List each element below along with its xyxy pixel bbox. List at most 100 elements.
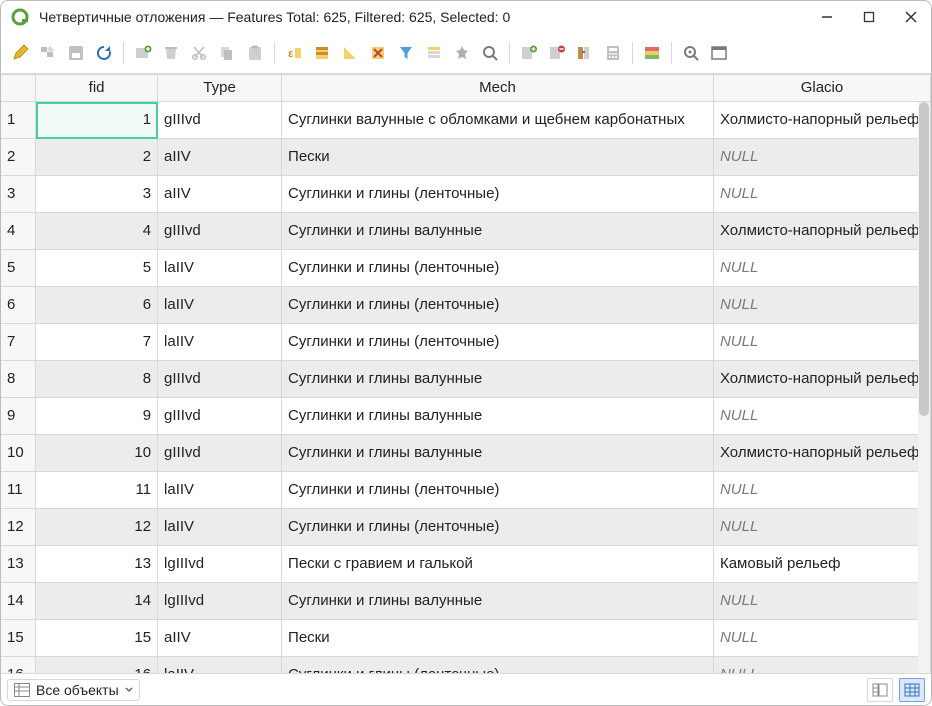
copy-icon[interactable] xyxy=(214,40,240,66)
row-header[interactable]: 5 xyxy=(1,250,36,287)
table-row[interactable]: 88gIIIvdСуглинки и глины валунныеХолмист… xyxy=(1,361,931,398)
vertical-scrollbar[interactable] xyxy=(918,102,930,673)
table-row[interactable]: 55laIIVСуглинки и глины (ленточные)NULL xyxy=(1,250,931,287)
cell-type[interactable]: gIIIvd xyxy=(158,102,282,139)
table-row[interactable]: 33aIIVСуглинки и глины (ленточные)NULL xyxy=(1,176,931,213)
row-header[interactable]: 6 xyxy=(1,287,36,324)
cell-fid[interactable]: 8 xyxy=(36,361,158,398)
table-row[interactable]: 77laIIVСуглинки и глины (ленточные)NULL xyxy=(1,324,931,361)
cell-type[interactable]: lgIIIvd xyxy=(158,546,282,583)
cell-fid[interactable]: 16 xyxy=(36,657,158,673)
move-selection-top-icon[interactable] xyxy=(421,40,447,66)
cell-type[interactable]: gIIIvd xyxy=(158,213,282,250)
row-header[interactable]: 3 xyxy=(1,176,36,213)
row-header[interactable]: 16 xyxy=(1,657,36,673)
cell-glacio[interactable]: NULL xyxy=(714,583,931,620)
cell-glacio[interactable]: NULL xyxy=(714,287,931,324)
delete-field-icon[interactable] xyxy=(544,40,570,66)
cell-mech[interactable]: Пески xyxy=(282,620,714,657)
cell-mech[interactable]: Суглинки и глины валунные xyxy=(282,435,714,472)
table-row[interactable]: 99gIIIvdСуглинки и глины валунныеNULL xyxy=(1,398,931,435)
cell-glacio[interactable]: NULL xyxy=(714,472,931,509)
cell-mech[interactable]: Суглинки и глины валунные xyxy=(282,361,714,398)
cell-glacio[interactable]: Холмисто-напорный рельеф xyxy=(714,361,931,398)
row-header[interactable]: 9 xyxy=(1,398,36,435)
cell-mech[interactable]: Суглинки и глины (ленточные) xyxy=(282,657,714,673)
pan-to-selected-icon[interactable] xyxy=(449,40,475,66)
select-by-expression-icon[interactable]: ε xyxy=(281,40,307,66)
cell-glacio[interactable]: Холмисто-напорный рельеф xyxy=(714,213,931,250)
cell-glacio[interactable]: NULL xyxy=(714,250,931,287)
cell-mech[interactable]: Суглинки валунные с обломками и щебнем к… xyxy=(282,102,714,139)
table-row[interactable]: 1616laIIVСуглинки и глины (ленточные)NUL… xyxy=(1,657,931,673)
column-header-fid[interactable]: fid xyxy=(36,74,158,102)
cell-glacio[interactable]: Камовый рельеф xyxy=(714,546,931,583)
table-row[interactable]: 1515aIIVПескиNULL xyxy=(1,620,931,657)
row-header[interactable]: 15 xyxy=(1,620,36,657)
cell-fid[interactable]: 7 xyxy=(36,324,158,361)
table-row[interactable]: 66laIIVСуглинки и глины (ленточные)NULL xyxy=(1,287,931,324)
zoom-to-selected-icon[interactable] xyxy=(477,40,503,66)
corner-header[interactable] xyxy=(1,74,36,102)
cell-fid[interactable]: 5 xyxy=(36,250,158,287)
row-header[interactable]: 1 xyxy=(1,102,36,139)
cell-mech[interactable]: Суглинки и глины валунные xyxy=(282,213,714,250)
cell-glacio[interactable]: NULL xyxy=(714,620,931,657)
cell-mech[interactable]: Пески с гравием и галькой xyxy=(282,546,714,583)
table-view-button[interactable] xyxy=(899,678,925,702)
row-header[interactable]: 8 xyxy=(1,361,36,398)
add-feature-icon[interactable] xyxy=(130,40,156,66)
dock-window-icon[interactable] xyxy=(706,40,732,66)
cell-type[interactable]: gIIIvd xyxy=(158,361,282,398)
cell-mech[interactable]: Суглинки и глины (ленточные) xyxy=(282,250,714,287)
close-button[interactable] xyxy=(901,7,921,27)
cell-fid[interactable]: 1 xyxy=(36,102,158,139)
row-header[interactable]: 10 xyxy=(1,435,36,472)
cell-glacio[interactable]: NULL xyxy=(714,176,931,213)
organize-columns-icon[interactable] xyxy=(572,40,598,66)
toggle-editing-icon[interactable] xyxy=(7,40,33,66)
cell-glacio[interactable]: NULL xyxy=(714,509,931,546)
cell-glacio[interactable]: NULL xyxy=(714,139,931,176)
cell-type[interactable]: gIIIvd xyxy=(158,435,282,472)
row-header[interactable]: 13 xyxy=(1,546,36,583)
actions-icon[interactable] xyxy=(678,40,704,66)
invert-selection-icon[interactable] xyxy=(337,40,363,66)
conditional-formatting-icon[interactable] xyxy=(639,40,665,66)
cell-mech[interactable]: Суглинки и глины (ленточные) xyxy=(282,472,714,509)
cell-type[interactable]: aIIV xyxy=(158,139,282,176)
minimize-button[interactable] xyxy=(817,7,837,27)
cell-fid[interactable]: 9 xyxy=(36,398,158,435)
delete-selected-icon[interactable] xyxy=(158,40,184,66)
cell-fid[interactable]: 15 xyxy=(36,620,158,657)
table-row[interactable]: 44gIIIvdСуглинки и глины валунныеХолмист… xyxy=(1,213,931,250)
cell-mech[interactable]: Суглинки и глины (ленточные) xyxy=(282,176,714,213)
cell-type[interactable]: laIIV xyxy=(158,287,282,324)
row-header[interactable]: 12 xyxy=(1,509,36,546)
cell-fid[interactable]: 6 xyxy=(36,287,158,324)
table-scroll[interactable]: fid Type Mech Glacio 11gIIIvdСуглинки ва… xyxy=(1,74,931,673)
cell-mech[interactable]: Пески xyxy=(282,139,714,176)
cell-type[interactable]: laIIV xyxy=(158,657,282,673)
feature-filter-button[interactable]: Все объекты xyxy=(7,679,140,701)
cell-type[interactable]: laIIV xyxy=(158,324,282,361)
filter-selection-icon[interactable] xyxy=(393,40,419,66)
table-row[interactable]: 1212laIIVСуглинки и глины (ленточные)NUL… xyxy=(1,509,931,546)
table-row[interactable]: 11gIIIvdСуглинки валунные с обломками и … xyxy=(1,102,931,139)
scrollbar-thumb[interactable] xyxy=(919,102,929,416)
new-field-icon[interactable] xyxy=(516,40,542,66)
cell-mech[interactable]: Суглинки и глины (ленточные) xyxy=(282,324,714,361)
cell-glacio[interactable]: Холмисто-напорный рельеф xyxy=(714,102,931,139)
column-header-mech[interactable]: Mech xyxy=(282,74,714,102)
cell-type[interactable]: lgIIIvd xyxy=(158,583,282,620)
table-row[interactable]: 1313lgIIIvdПески с гравием и галькойКамо… xyxy=(1,546,931,583)
cell-type[interactable]: gIIIvd xyxy=(158,398,282,435)
cell-fid[interactable]: 12 xyxy=(36,509,158,546)
cell-fid[interactable]: 2 xyxy=(36,139,158,176)
maximize-button[interactable] xyxy=(859,7,879,27)
cell-mech[interactable]: Суглинки и глины (ленточные) xyxy=(282,287,714,324)
paste-icon[interactable] xyxy=(242,40,268,66)
cell-glacio[interactable]: NULL xyxy=(714,398,931,435)
cell-glacio[interactable]: NULL xyxy=(714,324,931,361)
save-edits-icon[interactable] xyxy=(63,40,89,66)
